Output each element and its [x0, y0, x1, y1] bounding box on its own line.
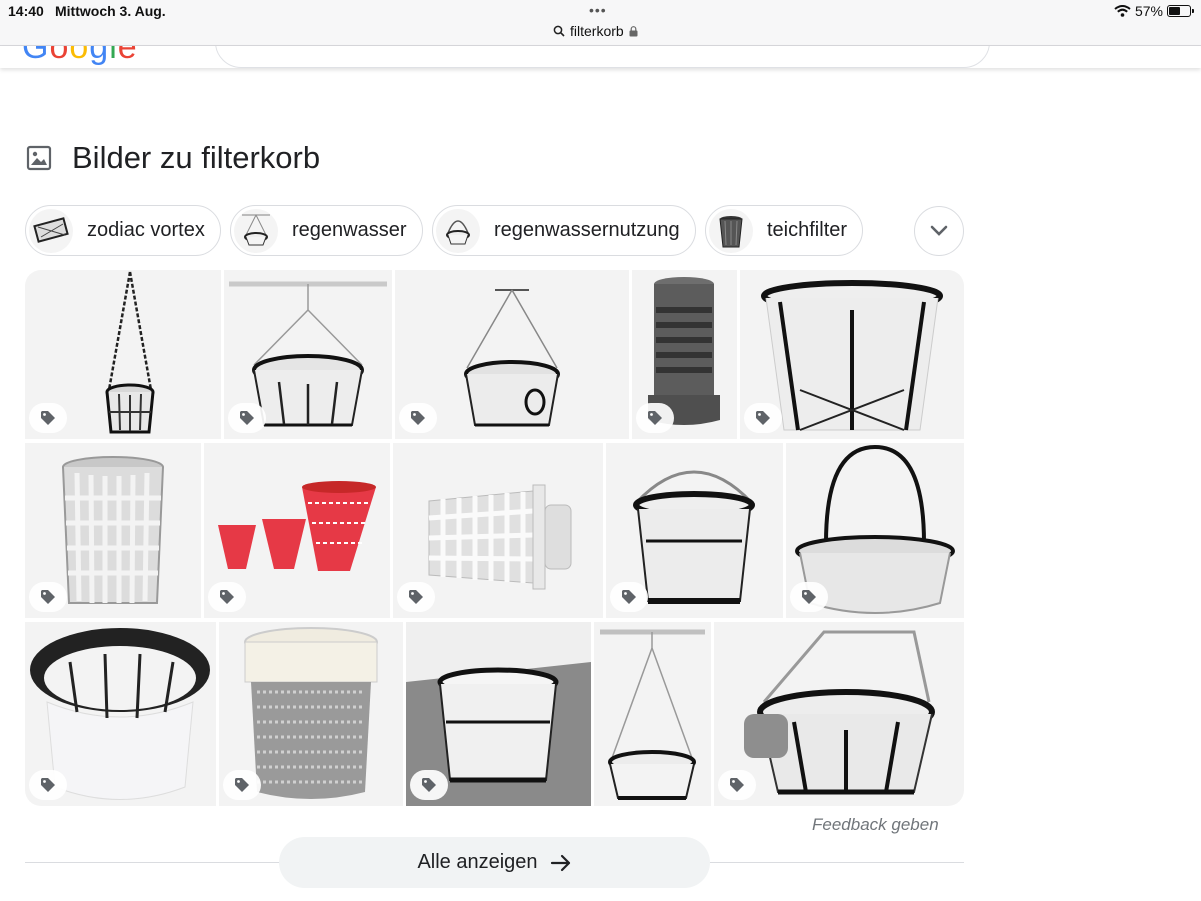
image-icon	[26, 145, 52, 171]
battery-percent: 57%	[1134, 3, 1163, 19]
image-result[interactable]	[25, 270, 221, 439]
product-tag-icon	[223, 770, 261, 800]
images-section-header: Bilder zu filterkorb	[26, 140, 320, 176]
image-result[interactable]	[219, 622, 403, 806]
image-result[interactable]	[25, 443, 201, 618]
chip-zodiac-vortex[interactable]: zodiac vortex	[25, 205, 221, 256]
chip-regenwassernutzung[interactable]: regenwassernutzung	[432, 205, 696, 256]
chip-label: regenwassernutzung	[494, 219, 680, 241]
chip-teichfilter[interactable]: teichfilter	[705, 205, 863, 256]
url-text: filterkorb	[570, 23, 624, 39]
image-result[interactable]	[632, 270, 737, 439]
google-header: Google	[0, 46, 1201, 68]
product-tag-icon	[790, 582, 828, 612]
status-icons: 57%	[1114, 3, 1194, 19]
chip-thumbnail	[29, 208, 73, 253]
image-result[interactable]	[786, 443, 964, 618]
product-tag-icon	[29, 403, 67, 433]
image-result[interactable]	[740, 270, 964, 439]
address-bar[interactable]: filterkorb	[553, 23, 638, 39]
product-tag-icon	[399, 403, 437, 433]
chip-label: regenwasser	[292, 219, 407, 241]
chip-label: teichfilter	[767, 219, 848, 241]
image-result[interactable]	[594, 622, 711, 806]
chip-regenwasser[interactable]: regenwasser	[230, 205, 423, 256]
product-tag-icon	[228, 403, 266, 433]
image-result[interactable]	[406, 622, 591, 806]
chevron-down-icon	[930, 225, 948, 236]
search-box[interactable]	[215, 46, 990, 68]
product-tag-icon	[410, 770, 448, 800]
lock-icon	[629, 25, 638, 36]
chip-thumbnail	[234, 208, 278, 253]
divider	[709, 862, 964, 863]
product-tag-icon	[636, 403, 674, 433]
chip-label: zodiac vortex	[87, 219, 205, 241]
image-result[interactable]	[393, 443, 603, 618]
wifi-icon	[1114, 5, 1131, 17]
show-all-label: Alle anzeigen	[417, 851, 538, 873]
product-tag-icon	[208, 582, 246, 612]
image-result[interactable]	[224, 270, 392, 439]
divider	[25, 862, 280, 863]
feedback-link[interactable]: Feedback geben	[812, 815, 939, 835]
status-bar: 14:40 Mittwoch 3. Aug. ••• filterkorb 57…	[0, 0, 1201, 46]
image-result[interactable]	[395, 270, 629, 439]
image-result[interactable]	[204, 443, 390, 618]
product-tag-icon	[610, 582, 648, 612]
google-logo[interactable]: Google	[22, 46, 138, 67]
multitasking-dots-icon[interactable]: •••	[589, 2, 607, 18]
image-grid	[25, 270, 964, 806]
show-all-button[interactable]: Alle anzeigen	[279, 837, 710, 888]
date: Mittwoch 3. Aug.	[55, 3, 166, 19]
chip-thumbnail	[436, 208, 480, 253]
chips-expand-button[interactable]	[914, 206, 964, 256]
chip-thumbnail	[709, 208, 753, 253]
product-tag-icon	[744, 403, 782, 433]
section-title: Bilder zu filterkorb	[72, 140, 321, 175]
clock: 14:40	[8, 3, 44, 19]
battery-icon	[1167, 5, 1194, 17]
product-tag-icon	[397, 582, 435, 612]
product-tag-icon	[718, 770, 756, 800]
product-tag-icon	[29, 770, 67, 800]
image-result[interactable]	[606, 443, 783, 618]
product-tag-icon	[29, 582, 67, 612]
search-icon	[553, 25, 565, 37]
image-result[interactable]	[714, 622, 964, 806]
arrow-right-icon	[550, 854, 570, 871]
image-result[interactable]	[25, 622, 216, 806]
